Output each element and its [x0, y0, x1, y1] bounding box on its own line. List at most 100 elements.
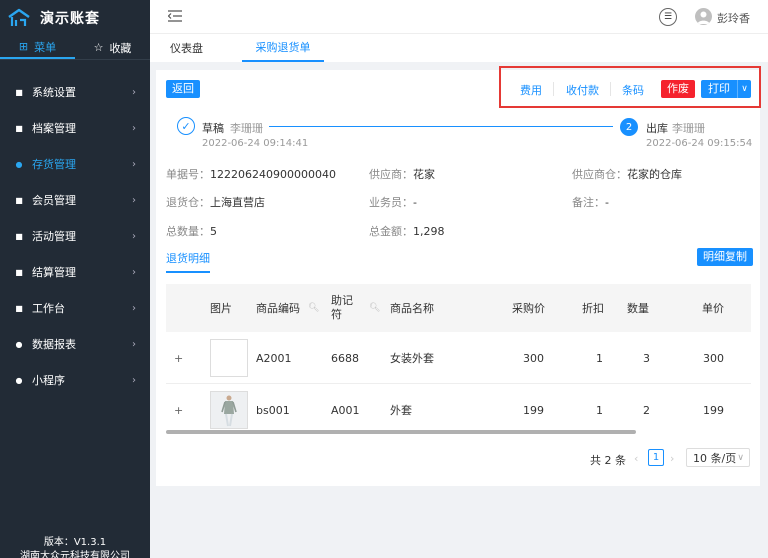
info-supplier-warehouse: 供应商仓：花家的仓库 — [572, 166, 682, 182]
sidebar-tabs: ⊞ 菜单 ☆ 收藏 — [0, 36, 150, 60]
details-table: 图片 商品编码 🔍︎ 助记符 🔍︎ 商品名称 采购价 折扣 数量 单价 + A2… — [166, 284, 751, 434]
cell-qty: 3 — [643, 351, 650, 365]
avatar[interactable] — [695, 8, 712, 25]
app-logo[interactable]: 演示账套 — [0, 0, 150, 36]
sidebar-tab-label: 菜单 — [34, 40, 57, 54]
chevron-right-icon: › — [132, 374, 136, 386]
chevron-right-icon: › — [132, 194, 136, 206]
options-menu-icon[interactable]: ☰ — [659, 8, 677, 26]
company-text: 湖南大众元科技有限公司 — [20, 551, 130, 558]
th-code: 商品编码 🔍︎ — [256, 284, 319, 332]
step-2-user: 李珊珊 — [672, 122, 705, 135]
info-remark: 备注：- — [572, 194, 609, 210]
sidebar-tab-menu[interactable]: ⊞ 菜单 — [0, 36, 75, 59]
sidebar-item-label: 存货管理 — [32, 158, 76, 171]
th-label: 商品编码 — [256, 302, 300, 315]
payment-button[interactable]: 收付款 — [566, 82, 599, 98]
sidebar-item-miniapp[interactable]: ● 小程序 › — [0, 362, 150, 398]
table-row: + A2001 6688 女装外套 300 1 3 300 — [166, 332, 751, 384]
sidebar-item-member[interactable]: ■ 会员管理 › — [0, 182, 150, 218]
sidebar-item-label: 档案管理 — [32, 122, 76, 135]
tab-dashboard[interactable]: 仪表盘 — [170, 34, 203, 62]
fee-button[interactable]: 费用 — [520, 82, 542, 98]
inventory-icon: ● — [15, 159, 23, 169]
sidebar-item-label: 活动管理 — [32, 230, 76, 243]
step-2-number: 2 — [620, 118, 638, 136]
cell-price: 199 — [523, 403, 544, 417]
menu-collapse-icon[interactable] — [168, 10, 182, 22]
step-1-user: 李珊珊 — [230, 122, 263, 135]
info-label: 备注： — [572, 196, 605, 209]
back-button[interactable]: 返回 — [166, 80, 200, 98]
tab-return-details[interactable]: 退货明细 — [166, 250, 210, 273]
pagination-total: 共 2 条 — [590, 454, 626, 467]
member-icon: ■ — [15, 195, 23, 205]
cell-mnemonic: 6688 — [331, 351, 359, 365]
chevron-right-icon[interactable]: › — [670, 452, 674, 465]
sidebar-item-label: 数据报表 — [32, 338, 76, 351]
step-connector — [269, 126, 613, 127]
table-row: + bs001 A001 外套 199 1 2 199 — [166, 384, 751, 434]
cell-name: 女装外套 — [390, 352, 434, 365]
info-label: 供应商仓： — [572, 168, 627, 181]
sidebar-item-activity[interactable]: ■ 活动管理 › — [0, 218, 150, 254]
cell-discount: 1 — [596, 403, 603, 417]
info-total-qty: 总数量：5 — [166, 223, 217, 239]
miniapp-icon: ● — [15, 375, 23, 385]
top-bar: ☰ 彭玲香 — [150, 0, 768, 34]
info-value: 1,298 — [413, 225, 445, 238]
product-image — [210, 339, 248, 377]
settings-icon: ■ — [15, 87, 23, 97]
info-label: 退货仓： — [166, 196, 210, 209]
sidebar-menu: ■ 系统设置 › ■ 档案管理 › ● 存货管理 › ■ 会员管理 › ■ 活动… — [0, 74, 150, 398]
tab-purchase-return[interactable]: 采购退货单 — [242, 34, 324, 62]
cell-code: A2001 — [256, 351, 292, 365]
th-name: 商品名称 — [390, 302, 434, 315]
pagination-page[interactable]: 1 — [648, 449, 664, 466]
sidebar-item-workbench[interactable]: ■ 工作台 › — [0, 290, 150, 326]
print-button[interactable]: 打印 ∨ — [701, 80, 751, 98]
info-label: 总数量： — [166, 225, 210, 238]
void-button[interactable]: 作废 — [661, 80, 695, 98]
info-supplier: 供应商：花家 — [369, 166, 435, 182]
barcode-button[interactable]: 条码 — [622, 82, 644, 98]
cell-price: 300 — [523, 351, 544, 365]
archive-icon: ■ — [15, 123, 23, 133]
sidebar-item-reports[interactable]: ● 数据报表 › — [0, 326, 150, 362]
expand-icon[interactable]: + — [174, 404, 183, 417]
user-icon — [697, 11, 710, 24]
copy-details-button[interactable]: 明细复制 — [697, 248, 753, 266]
coat-thumbnail-icon — [211, 392, 247, 428]
cell-code: bs001 — [256, 403, 290, 417]
info-value: - — [413, 196, 417, 209]
cell-qty: 2 — [643, 403, 650, 417]
cell-mnemonic: A001 — [331, 403, 360, 417]
sidebar-item-settlement[interactable]: ■ 结算管理 › — [0, 254, 150, 290]
page-size-select[interactable]: 10 条/页 ∨ — [686, 448, 750, 467]
username[interactable]: 彭玲香 — [717, 10, 750, 26]
settlement-icon: ■ — [15, 267, 23, 277]
sidebar-item-system-settings[interactable]: ■ 系统设置 › — [0, 74, 150, 110]
chevron-right-icon: › — [132, 302, 136, 314]
product-image — [210, 391, 248, 429]
horizontal-scrollbar[interactable] — [166, 430, 636, 434]
house-logo-icon — [6, 7, 32, 29]
info-label: 单据号： — [166, 168, 210, 181]
expand-icon[interactable]: + — [174, 352, 183, 365]
search-icon[interactable]: 🔍︎ — [308, 303, 319, 313]
sidebar-item-inventory[interactable]: ● 存货管理 › — [0, 146, 150, 182]
workbench-icon: ■ — [15, 303, 23, 313]
chevron-left-icon[interactable]: ‹ — [634, 452, 638, 465]
info-value: 上海直营店 — [210, 196, 265, 209]
chevron-right-icon: › — [132, 122, 136, 134]
chevron-right-icon: › — [132, 266, 136, 278]
search-icon[interactable]: 🔍︎ — [369, 284, 380, 332]
page-tab-bar: 仪表盘 采购退货单 — [150, 34, 768, 62]
th-price: 采购价 — [512, 302, 545, 315]
sidebar-tab-favorites[interactable]: ☆ 收藏 — [75, 36, 150, 59]
info-label: 供应商： — [369, 168, 413, 181]
sidebar-item-archive[interactable]: ■ 档案管理 › — [0, 110, 150, 146]
info-doc-no: 单据号：122206240900000040 — [166, 166, 336, 182]
chevron-down-icon[interactable]: ∨ — [738, 80, 751, 98]
chevron-down-icon: ∨ — [737, 452, 744, 463]
